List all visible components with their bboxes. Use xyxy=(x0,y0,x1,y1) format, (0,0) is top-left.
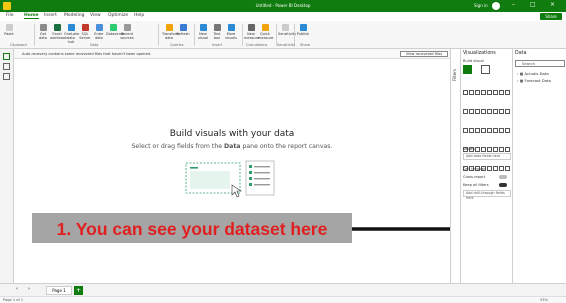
table-view-icon[interactable] xyxy=(3,63,10,70)
transform-icon xyxy=(165,24,173,31)
page-nav-prev-icon[interactable]: ‹ xyxy=(16,286,18,292)
onelake-button[interactable]: OneLake data hub xyxy=(64,24,79,44)
new-measure-button[interactable]: New measure xyxy=(244,24,259,40)
sql-server-button[interactable]: SQL Server xyxy=(78,24,92,40)
share-button[interactable]: Share xyxy=(540,13,562,20)
report-canvas[interactable]: Auto recovery contains some recovered fi… xyxy=(14,49,450,283)
excel-button[interactable]: Excel workbook xyxy=(50,24,67,40)
drill-through-dropzone[interactable]: Add drill-through fields here xyxy=(463,190,511,200)
recent-icon xyxy=(123,24,131,31)
publish-icon xyxy=(299,24,307,31)
keep-filters-label: Keep all filters xyxy=(463,183,489,187)
data-search-input[interactable]: Search xyxy=(515,60,565,67)
group-queries: Queries xyxy=(170,43,184,47)
minimize-icon[interactable]: – xyxy=(512,1,515,8)
build-visual-label: Build visual xyxy=(463,59,484,63)
menu-view[interactable]: View xyxy=(90,13,101,18)
keep-filters-toggle[interactable] xyxy=(499,183,507,187)
filters-label: Filters xyxy=(452,69,457,81)
quick-measure-button[interactable]: Quick measure xyxy=(258,24,273,40)
shield-icon xyxy=(281,24,289,31)
add-page-button[interactable]: + xyxy=(74,286,83,295)
sql-icon xyxy=(81,24,89,31)
text-box-icon xyxy=(213,24,221,31)
get-data-button[interactable]: Get data xyxy=(36,24,50,40)
zoom-level[interactable]: 53% xyxy=(540,298,548,302)
more-visuals-icon xyxy=(227,24,235,31)
onelake-icon xyxy=(67,24,75,31)
title-bar: Untitled - Power BI Desktop Sign in – □ … xyxy=(0,0,566,12)
group-data: Data xyxy=(90,43,99,47)
format-visual-icon[interactable] xyxy=(481,65,490,74)
quick-measure-icon xyxy=(261,24,269,31)
view-recovered-files-button[interactable]: View recovered files xyxy=(400,51,448,57)
notification-text: Auto recovery contains some recovered fi… xyxy=(22,52,152,56)
table-actuals-data[interactable]: › ▦ Actuals Data xyxy=(517,71,549,76)
text-box-button[interactable]: Text box xyxy=(210,24,224,40)
group-insert: Insert xyxy=(212,43,223,47)
page-indicator: Page 1 of 1 xyxy=(3,298,24,302)
filters-pane[interactable]: Filters xyxy=(450,49,460,283)
menu-help[interactable]: Help xyxy=(134,13,144,18)
status-bar: Page 1 of 1 53% xyxy=(0,296,566,303)
transform-data-button[interactable]: Transform data xyxy=(162,24,179,40)
visualizations-pane: Visualizations Build visual Values Add d… xyxy=(460,49,512,283)
table-icon xyxy=(95,24,103,31)
maximize-icon[interactable]: □ xyxy=(530,1,536,8)
sign-in-link[interactable]: Sign in xyxy=(474,3,488,8)
paste-button[interactable]: Paste xyxy=(2,24,16,36)
dataverse-button[interactable]: Dataverse xyxy=(106,24,124,36)
menu-modeling[interactable]: Modeling xyxy=(64,13,84,18)
new-visual-button[interactable]: New visual xyxy=(196,24,210,40)
menu-bar: File Home Insert Modeling View Optimize … xyxy=(0,12,566,21)
dataverse-icon xyxy=(109,24,117,31)
publish-button[interactable]: Publish xyxy=(296,24,310,36)
model-view-icon[interactable] xyxy=(3,73,10,80)
enter-data-button[interactable]: Enter data xyxy=(92,24,106,40)
values-label: Values xyxy=(463,147,475,151)
calculator-icon xyxy=(247,24,255,31)
visualizations-title: Visualizations xyxy=(463,51,496,56)
menu-optimize[interactable]: Optimize xyxy=(108,13,128,18)
close-icon[interactable]: × xyxy=(550,1,555,8)
page-tab-bar: ‹ › Page 1 + xyxy=(0,283,566,296)
page-nav-next-icon[interactable]: › xyxy=(28,286,30,292)
group-sensitivity: Sensitivity xyxy=(277,43,296,47)
menu-file[interactable]: File xyxy=(6,13,14,18)
recent-sources-button[interactable]: Recent sources xyxy=(120,24,134,40)
recovery-notification: Auto recovery contains some recovered fi… xyxy=(14,49,450,59)
visual-types-grid[interactable] xyxy=(463,81,511,176)
menu-insert[interactable]: Insert xyxy=(44,13,57,18)
cross-report-toggle[interactable] xyxy=(499,175,507,179)
group-share: Share xyxy=(300,43,311,47)
values-dropzone[interactable]: Add data fields here xyxy=(463,153,511,160)
data-pane: Data Search › ▦ Actuals Data › ▦ Forecas… xyxy=(512,49,566,283)
view-switcher xyxy=(0,49,14,283)
group-calculations: Calculations xyxy=(246,43,268,47)
cross-report-label: Cross-report xyxy=(463,175,486,179)
refresh-button[interactable]: Refresh xyxy=(176,24,190,36)
paste-icon xyxy=(5,24,13,31)
canvas-subtext: Select or drag fields from the Data pane… xyxy=(131,143,333,150)
menu-home[interactable]: Home xyxy=(24,13,39,19)
excel-icon xyxy=(53,24,61,31)
avatar[interactable] xyxy=(492,2,500,10)
chart-icon xyxy=(199,24,207,31)
group-clipboard: Clipboard xyxy=(10,43,27,47)
callout-banner: 1. You can see your dataset here xyxy=(32,213,352,243)
data-title: Data xyxy=(515,51,527,56)
ribbon: Paste Get data Excel workbook OneLake da… xyxy=(0,21,566,49)
refresh-icon xyxy=(179,24,187,31)
report-view-icon[interactable] xyxy=(3,53,10,60)
more-visuals-button[interactable]: More visuals xyxy=(224,24,238,40)
drill-through-label: Drill through xyxy=(463,167,486,171)
build-visual-icon[interactable] xyxy=(463,65,472,74)
canvas-heading: Build visuals with your data xyxy=(169,129,295,139)
database-icon xyxy=(39,24,47,31)
table-forecast-data[interactable]: › ▦ Forecast Data xyxy=(517,78,551,83)
callout-text: 1. You can see your dataset here xyxy=(56,219,328,239)
drag-illustration-icon xyxy=(185,160,275,198)
sensitivity-button[interactable]: Sensitivity xyxy=(278,24,296,36)
page-tab-1[interactable]: Page 1 xyxy=(46,286,72,295)
